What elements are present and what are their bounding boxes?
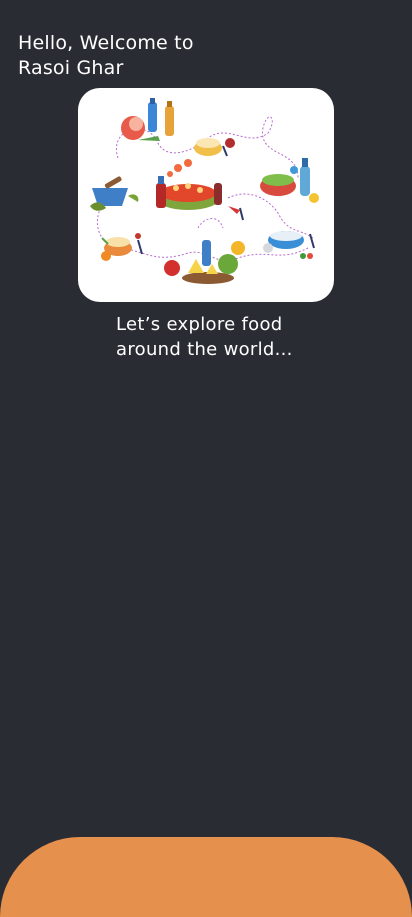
food-world-illustration [90, 98, 319, 284]
tagline: Let’s explore food around the world... [116, 312, 336, 362]
hero-illustration-card [78, 88, 334, 302]
welcome-line-1: Hello, Welcome to [18, 32, 194, 54]
welcome-heading: Hello, Welcome to Rasoi Ghar [18, 31, 248, 81]
app-name: Rasoi Ghar [18, 57, 124, 79]
bottom-action-panel[interactable] [0, 837, 412, 917]
tagline-line-2: around the world... [116, 339, 293, 360]
tagline-line-1: Let’s explore food [116, 314, 283, 335]
